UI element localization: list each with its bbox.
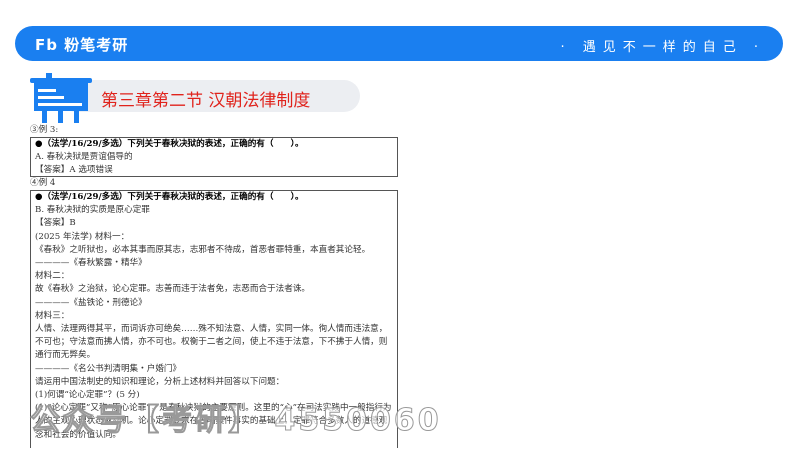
material-line: 材料三： (35, 310, 70, 321)
watermark: 公众号【考研】 4550060 (30, 403, 442, 439)
answer: 【答案】B (35, 218, 76, 229)
material-line: 人情、法理两得其平，而词诉亦可绝矣……殊不知法意、人情，实同一体。徇人情而违法意… (35, 324, 388, 361)
material-line: ————《盐铁论・刑德论》 (35, 297, 147, 308)
section-title: 第三章第二节 汉朝法律制度 (101, 91, 311, 111)
question: ●（法学/16/29/多选）下列关于春秋决狱的表述，正确的有（ ）。 (35, 139, 304, 149)
slogan: · 遇见不一样的自己 · (560, 40, 765, 55)
material-line: ————《名公书判清明集・户婚门》 (35, 363, 182, 374)
brand-logo: Fb 粉笔考研 (35, 36, 129, 54)
material-line: (2025 年法学) 材料一： (35, 231, 130, 242)
example-4-label: ④例 4 (30, 178, 56, 188)
option: A. 春秋决狱是贾谊倡导的 (35, 152, 133, 163)
material-line: 《春秋》之听狱也，必本其事而原其志，志邪者不待成，首恶者罪特重，本直者其论轻。 (35, 244, 371, 255)
presentation-board-icon (30, 73, 92, 123)
material-line: 材料二： (35, 271, 70, 282)
material-line: ————《春秋繁露・精华》 (35, 258, 147, 269)
example-3-box: ●（法学/16/29/多选）下列关于春秋决狱的表述，正确的有（ ）。 A. 春秋… (30, 137, 398, 177)
header-banner: Fb 粉笔考研 · 遇见不一样的自己 · (15, 26, 783, 61)
material-line: 请运用中国法制史的知识和理论，分析上述材料并回答以下问题： (35, 376, 285, 387)
material-line: 故《春秋》之治狱，论心定罪。志善而违于法者免，志恶而合于法者诛。 (35, 284, 311, 295)
question: ●（法学/16/29/多选）下列关于春秋决狱的表述，正确的有（ ）。 (35, 192, 304, 202)
example-3-label: ③例 3: (30, 125, 59, 135)
option: B. 春秋决狱的实质是原心定罪 (35, 205, 150, 216)
answer: 【答案】A 选项错误 (35, 165, 113, 176)
